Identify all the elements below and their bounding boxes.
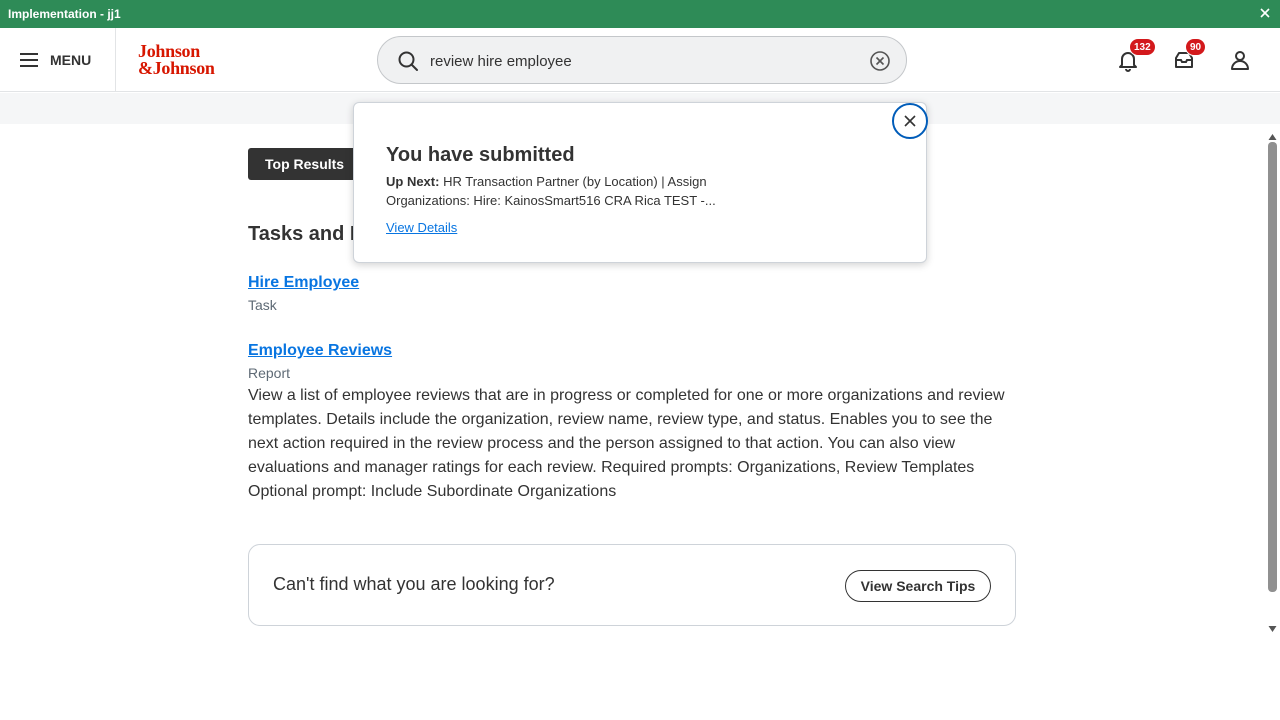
window-title: Implementation - jj1 <box>8 7 121 21</box>
popup-title: You have submitted <box>386 144 575 166</box>
view-details-link[interactable]: View Details <box>386 220 457 235</box>
up-next-label: Up Next: <box>386 174 440 189</box>
scroll-down-arrow-icon[interactable] <box>1268 620 1277 638</box>
notifications-badge: 132 <box>1129 38 1156 56</box>
page-scrollbar[interactable] <box>1265 125 1280 635</box>
logo-line-2: &Johnson <box>138 58 215 78</box>
section-title: Tasks and R <box>248 223 365 245</box>
profile-icon[interactable] <box>1228 48 1252 72</box>
search-input[interactable] <box>430 49 850 73</box>
clear-search-icon[interactable] <box>869 50 891 72</box>
close-icon <box>904 115 916 127</box>
cant-find-text: Can't find what you are looking for? <box>273 574 555 594</box>
popup-up-next: Up Next: HR Transaction Partner (by Loca… <box>386 172 746 210</box>
company-logo[interactable]: Johnson &Johnson <box>138 42 215 78</box>
search-bar[interactable] <box>377 36 907 84</box>
result-type-task: Task <box>248 297 277 313</box>
inbox-badge: 90 <box>1185 38 1207 56</box>
hamburger-icon <box>20 53 40 67</box>
popup-close-button[interactable] <box>892 103 928 139</box>
result-description: View a list of employee reviews that are… <box>248 387 1005 500</box>
cant-find-card: Can't find what you are looking for? Vie… <box>248 544 1016 626</box>
menu-label: MENU <box>50 52 92 68</box>
submitted-popup: You have submitted Up Next: HR Transacti… <box>353 102 928 263</box>
result-type-report: Report <box>248 365 291 381</box>
result-link-employee-reviews[interactable]: Employee Reviews <box>248 342 392 360</box>
view-search-tips-button[interactable]: View Search Tips <box>845 570 991 602</box>
scrollbar-thumb[interactable] <box>1268 142 1277 592</box>
menu-button[interactable]: MENU <box>0 28 116 92</box>
tab-top-results[interactable]: Top Results <box>248 148 362 180</box>
window-titlebar: Implementation - jj1 <box>0 0 1280 28</box>
search-icon <box>397 50 419 72</box>
result-link-hire-employee[interactable]: Hire Employee <box>248 274 359 292</box>
app-header: MENU Johnson &Johnson 132 90 <box>0 28 1280 92</box>
window-close-icon[interactable] <box>1258 5 1272 21</box>
